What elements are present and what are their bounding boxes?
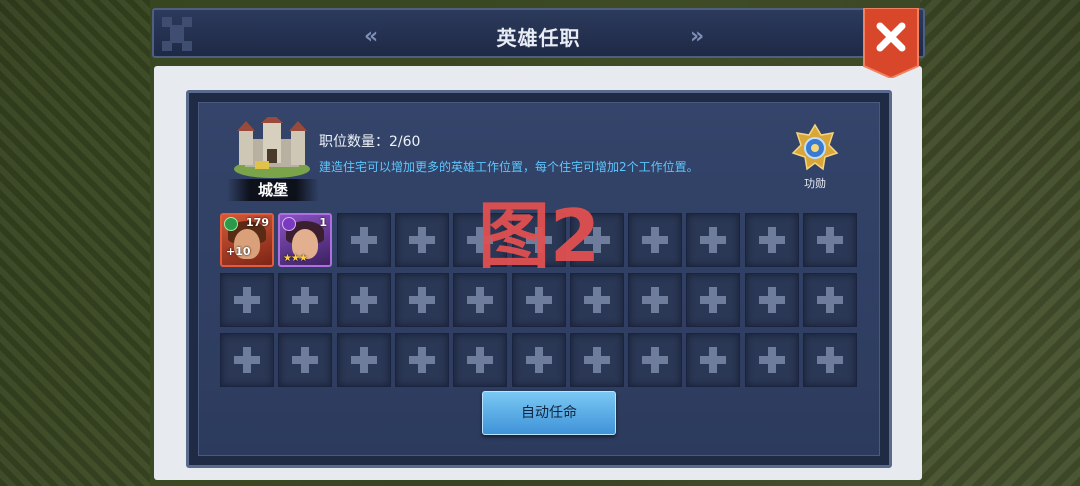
empty-hero-slot[interactable]	[570, 273, 624, 327]
hero-class-icon	[224, 217, 238, 231]
empty-hero-slot[interactable]	[512, 273, 566, 327]
plus-icon	[234, 287, 260, 313]
empty-hero-slot[interactable]	[220, 333, 274, 387]
empty-hero-slot[interactable]	[745, 273, 799, 327]
plus-icon	[467, 347, 493, 373]
plus-icon	[409, 347, 435, 373]
plus-icon	[700, 287, 726, 313]
castle-icon	[234, 113, 310, 178]
hero-level: 179	[246, 216, 269, 229]
plus-icon	[292, 347, 318, 373]
empty-hero-slot[interactable]	[337, 273, 391, 327]
plus-icon	[351, 227, 377, 253]
empty-hero-slot[interactable]	[628, 273, 682, 327]
empty-hero-slot[interactable]	[628, 333, 682, 387]
plus-icon	[409, 287, 435, 313]
plus-icon	[467, 287, 493, 313]
castle-building[interactable]: 城堡	[227, 113, 319, 201]
position-count: 职位数量：2/60	[319, 134, 421, 150]
empty-hero-slot[interactable]	[337, 333, 391, 387]
plus-icon	[584, 347, 610, 373]
hero-class-icon	[282, 217, 296, 231]
plus-icon	[234, 347, 260, 373]
window-title: 英雄任职	[496, 26, 581, 50]
close-icon[interactable]	[862, 8, 920, 78]
position-description: 建造住宅可以增加更多的英雄工作位置，每个住宅可增加2个工作位置。	[319, 160, 699, 174]
hero-card[interactable]: 1 ★★★	[278, 213, 332, 267]
plus-icon	[700, 347, 726, 373]
next-arrow-icon[interactable]: »	[690, 24, 704, 49]
panel-content: 城堡 职位数量：2/60 建造住宅可以增加更多的英雄工作位置，每个住宅可增加2个…	[186, 90, 892, 468]
plus-icon	[584, 287, 610, 313]
plus-icon	[817, 347, 843, 373]
background-left	[0, 0, 150, 486]
background-right	[920, 0, 1080, 486]
castle-label: 城堡	[227, 179, 319, 201]
plus-icon	[817, 287, 843, 313]
plus-icon	[526, 347, 552, 373]
empty-hero-slot[interactable]	[803, 213, 857, 267]
hero-bonus: +10	[226, 245, 251, 258]
plus-icon	[642, 227, 668, 253]
title-bar: « 英雄任职 »	[152, 8, 925, 58]
hero-level: 1	[319, 216, 327, 229]
empty-hero-slot[interactable]	[803, 333, 857, 387]
watermark-label: 图2	[478, 194, 601, 278]
plus-icon	[759, 227, 785, 253]
empty-hero-slot[interactable]	[278, 273, 332, 327]
hero-stars: ★★★	[283, 253, 308, 264]
plus-icon	[351, 287, 377, 313]
empty-hero-slot[interactable]	[686, 273, 740, 327]
auto-assign-button[interactable]: 自动任命	[482, 391, 616, 435]
plus-icon	[642, 287, 668, 313]
hero-card[interactable]: 179 +10	[220, 213, 274, 267]
plus-icon	[351, 347, 377, 373]
plus-icon	[759, 287, 785, 313]
plus-icon	[817, 227, 843, 253]
empty-hero-slot[interactable]	[453, 333, 507, 387]
empty-hero-slot[interactable]	[803, 273, 857, 327]
empty-hero-slot[interactable]	[686, 333, 740, 387]
empty-hero-slot[interactable]	[745, 333, 799, 387]
empty-hero-slot[interactable]	[512, 333, 566, 387]
plus-icon	[409, 227, 435, 253]
plus-icon	[759, 347, 785, 373]
empty-hero-slot[interactable]	[395, 333, 449, 387]
empty-hero-slot[interactable]	[395, 213, 449, 267]
empty-hero-slot[interactable]	[453, 273, 507, 327]
empty-hero-slot[interactable]	[337, 213, 391, 267]
merit-label: 功勋	[804, 177, 826, 190]
plus-icon	[642, 347, 668, 373]
plus-icon	[292, 287, 318, 313]
empty-hero-slot[interactable]	[745, 213, 799, 267]
plus-icon	[526, 287, 552, 313]
empty-hero-slot[interactable]	[686, 213, 740, 267]
empty-hero-slot[interactable]	[395, 273, 449, 327]
empty-hero-slot[interactable]	[278, 333, 332, 387]
merit-medal-icon[interactable]	[791, 123, 839, 175]
empty-hero-slot[interactable]	[220, 273, 274, 327]
plus-icon	[700, 227, 726, 253]
empty-hero-slot[interactable]	[628, 213, 682, 267]
empty-hero-slot[interactable]	[570, 333, 624, 387]
